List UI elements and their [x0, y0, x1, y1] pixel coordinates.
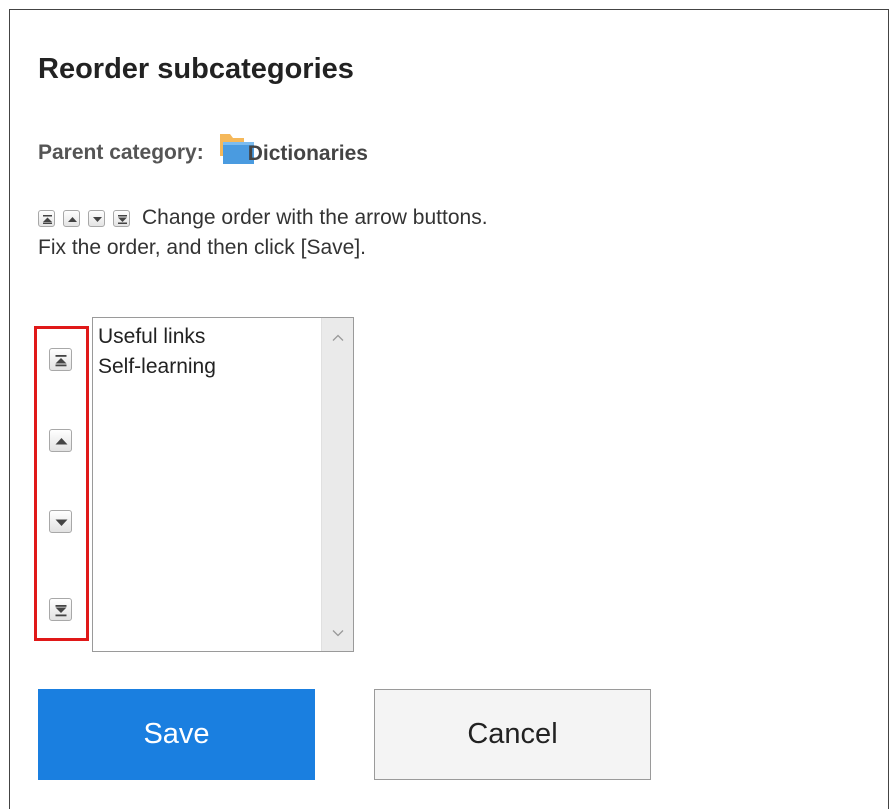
list-item[interactable]: Self-learning	[98, 352, 321, 382]
down-arrow-icon	[55, 519, 68, 526]
move-up-button[interactable]	[49, 429, 72, 452]
save-button[interactable]: Save	[38, 689, 315, 780]
double-up-arrow-icon	[55, 355, 67, 367]
instructions: Change order with the arrow buttons. Fix…	[38, 203, 488, 264]
double-up-arrow-icon	[38, 209, 55, 227]
highlight-box	[34, 326, 89, 641]
parent-category-row: Parent category: Dictionaries	[38, 134, 368, 171]
list-item[interactable]: Useful links	[98, 322, 321, 352]
move-to-top-button[interactable]	[49, 348, 72, 371]
scroll-up-icon[interactable]	[332, 332, 344, 344]
up-arrow-icon	[63, 209, 80, 227]
instructions-line-2: Fix the order, and then click [Save].	[38, 236, 367, 260]
cancel-button[interactable]: Cancel	[374, 689, 651, 780]
parent-category-name: Dictionaries	[247, 142, 368, 165]
double-down-arrow-icon	[55, 605, 67, 617]
instructions-line-1: Change order with the arrow buttons.	[142, 206, 488, 229]
subcategory-listbox[interactable]: Useful links Self-learning	[92, 317, 354, 652]
up-arrow-icon	[55, 438, 68, 445]
scroll-down-icon[interactable]	[332, 627, 344, 639]
subcategory-list: Useful links Self-learning	[93, 318, 321, 383]
page-title: Reorder subcategories	[38, 53, 354, 85]
down-arrow-icon	[88, 209, 105, 227]
double-down-arrow-icon	[113, 209, 130, 227]
parent-category-label: Parent category:	[38, 141, 204, 164]
move-down-button[interactable]	[49, 510, 72, 533]
move-to-bottom-button[interactable]	[49, 598, 72, 621]
listbox-scrollbar[interactable]	[321, 318, 353, 651]
